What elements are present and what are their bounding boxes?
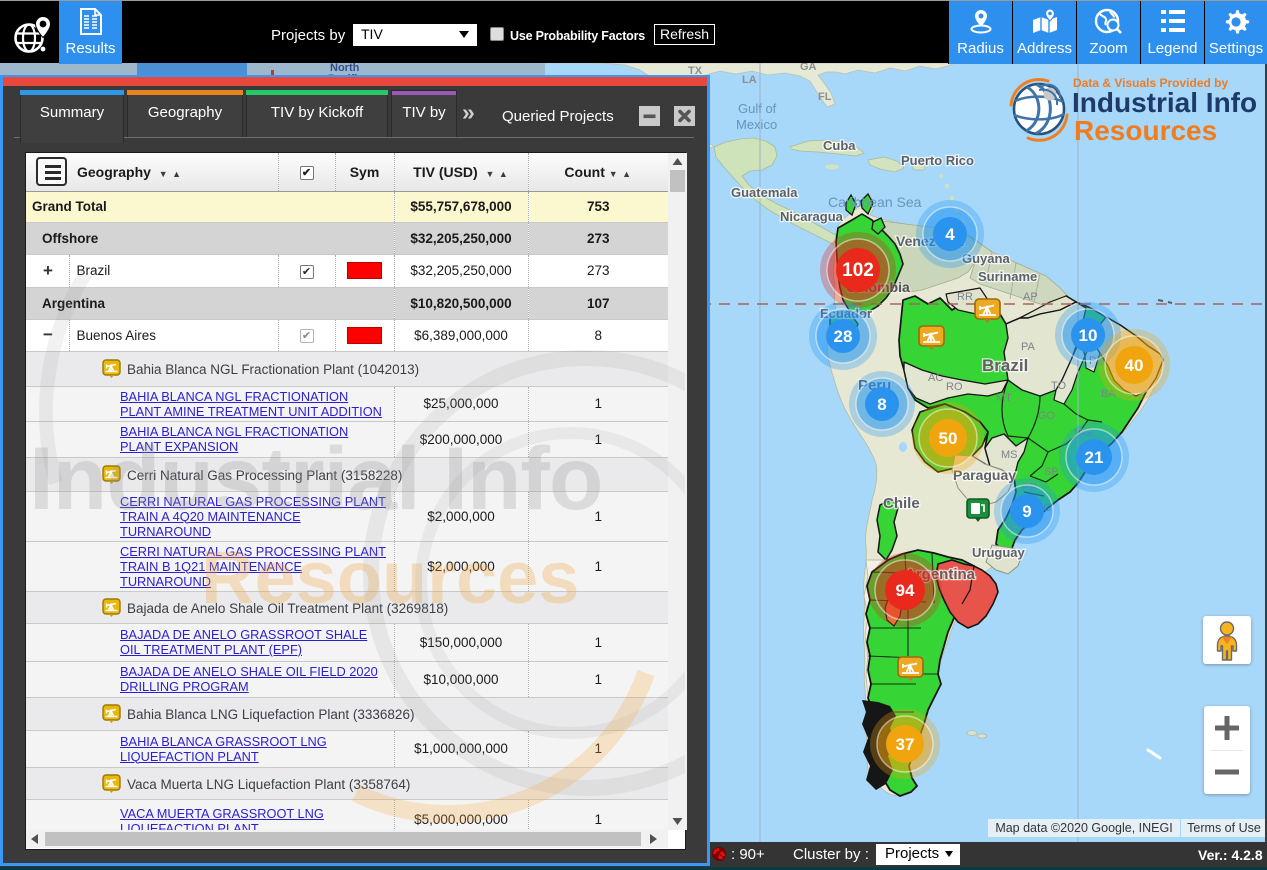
svg-text:Nicaragua: Nicaragua xyxy=(780,209,844,224)
svg-text:9: 9 xyxy=(1022,502,1031,521)
svg-text:8: 8 xyxy=(877,395,886,414)
svg-text:Chile: Chile xyxy=(883,495,920,512)
svg-text:Caribbean Sea: Caribbean Sea xyxy=(828,194,922,210)
svg-text:Suriname: Suriname xyxy=(978,269,1037,284)
svg-text:TO: TO xyxy=(1051,380,1067,392)
svg-text:FL: FL xyxy=(818,91,832,103)
svg-text:AP: AP xyxy=(1023,291,1038,303)
svg-text:Gulf of: Gulf of xyxy=(738,101,777,116)
svg-text:102: 102 xyxy=(842,260,874,281)
svg-text:LA: LA xyxy=(742,74,757,86)
svg-text:40: 40 xyxy=(1125,356,1144,375)
svg-text:AC: AC xyxy=(928,372,943,384)
svg-text:Guatemala: Guatemala xyxy=(731,185,798,200)
svg-text:GA: GA xyxy=(800,63,817,73)
svg-text:RR: RR xyxy=(957,291,973,303)
svg-text:PA: PA xyxy=(1021,341,1036,353)
svg-text:Cuba: Cuba xyxy=(823,138,856,153)
svg-text:Mexico: Mexico xyxy=(736,117,777,132)
svg-text:4: 4 xyxy=(945,225,955,244)
svg-text:Puerto Rico: Puerto Rico xyxy=(901,153,974,168)
svg-text:28: 28 xyxy=(834,327,853,346)
svg-text:37: 37 xyxy=(896,735,915,754)
svg-text:21: 21 xyxy=(1085,448,1104,467)
svg-text:10: 10 xyxy=(1079,326,1098,345)
svg-text:94: 94 xyxy=(896,581,915,600)
svg-text:Uruguay: Uruguay xyxy=(972,545,1026,560)
svg-text:SP: SP xyxy=(1044,466,1059,478)
svg-text:MT: MT xyxy=(996,392,1012,404)
svg-text:GO: GO xyxy=(1038,410,1056,422)
svg-text:Brazil: Brazil xyxy=(982,356,1028,375)
svg-text:RO: RO xyxy=(946,381,963,393)
svg-text:MS: MS xyxy=(1001,449,1018,461)
svg-text:50: 50 xyxy=(939,429,958,448)
